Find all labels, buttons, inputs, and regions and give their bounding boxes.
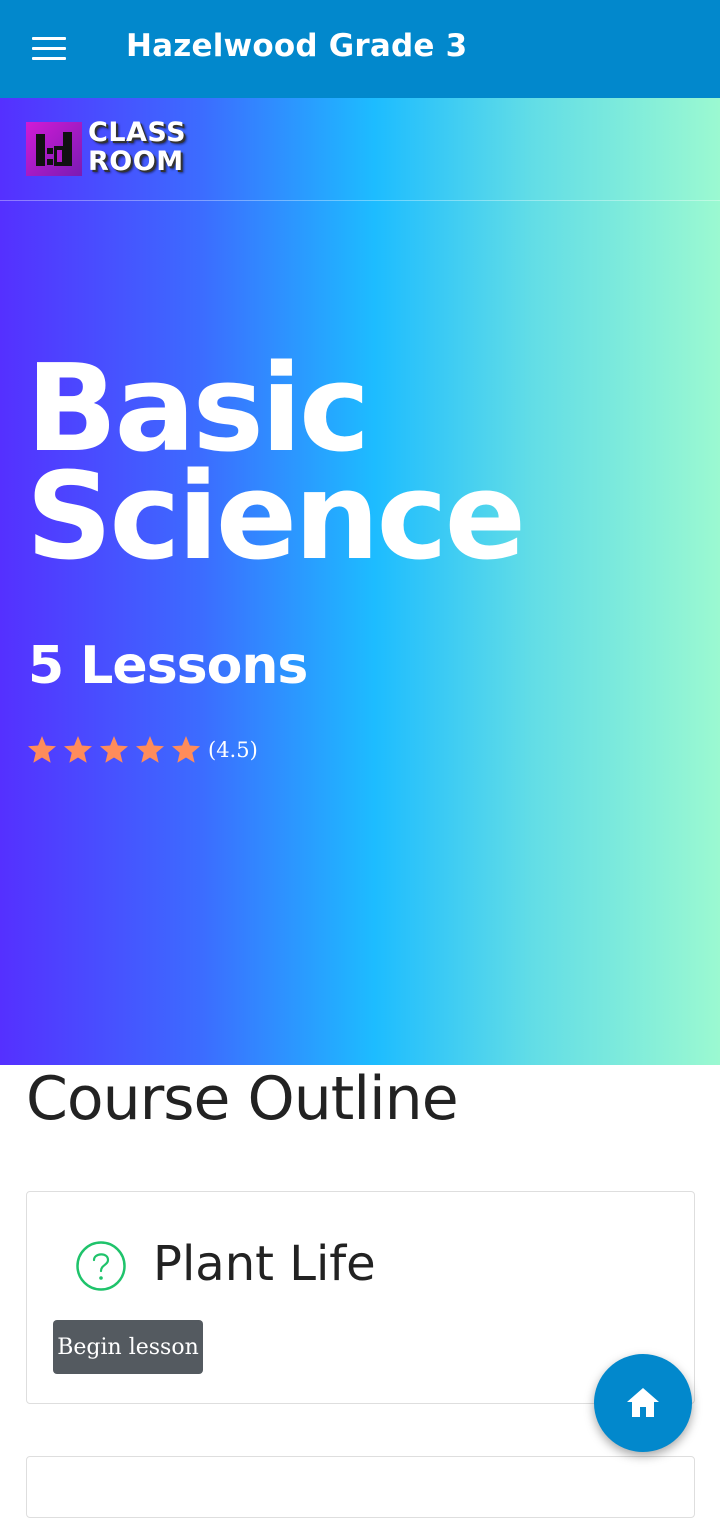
- course-rating: (4.5): [26, 734, 258, 766]
- home-button[interactable]: [594, 1354, 692, 1452]
- logo-mark-icon: [26, 122, 82, 176]
- lesson-card-plant-life: Plant Life Begin lesson: [26, 1191, 695, 1404]
- star-icon: [28, 736, 56, 763]
- star-icon: [136, 736, 164, 763]
- logo-line-1: CLASS: [88, 117, 187, 148]
- lesson-card-next: [26, 1456, 695, 1518]
- star-icon: [64, 736, 92, 763]
- begin-lesson-button[interactable]: Begin lesson: [53, 1320, 203, 1374]
- app-bar: Hazelwood Grade 3: [0, 0, 720, 98]
- course-title-line-2: Science: [26, 448, 526, 587]
- lesson-title: Plant Life: [153, 1236, 376, 1292]
- logo-line-2: ROOM: [88, 146, 184, 177]
- classroom-logo[interactable]: CLASS ROOM: [26, 118, 226, 182]
- course-hero: CLASS ROOM Basic Science 5 Lessons (4.5): [0, 98, 720, 1065]
- rating-value: (4.5): [208, 738, 258, 762]
- question-circle-icon: [76, 1241, 126, 1291]
- rating-stars: [26, 734, 206, 766]
- lesson-count: 5 Lessons: [28, 636, 308, 696]
- course-outline-heading: Course Outline: [26, 1064, 459, 1134]
- course-title: Basic Science: [26, 350, 526, 587]
- logo-bar: CLASS ROOM: [0, 98, 720, 201]
- menu-icon[interactable]: [32, 37, 66, 61]
- home-icon: [627, 1388, 659, 1417]
- star-icon: [100, 736, 128, 763]
- logo-text: CLASS ROOM: [88, 118, 186, 176]
- star-icon: [172, 736, 200, 763]
- app-title: Hazelwood Grade 3: [126, 28, 468, 64]
